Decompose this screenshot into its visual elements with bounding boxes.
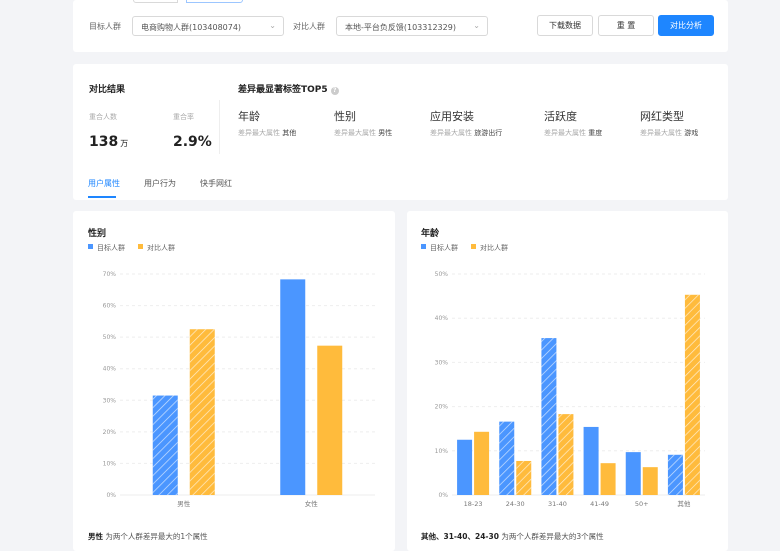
y-tick-label: 20% (103, 429, 117, 436)
legend-swatch (421, 244, 426, 249)
x-tick-label: 18-23 (464, 500, 483, 508)
x-tick-label: 50+ (635, 500, 649, 508)
chart-title: 年龄 (421, 227, 440, 239)
legend-label: 对比人群 (147, 243, 175, 252)
y-tick-label: 70% (103, 271, 117, 278)
y-tick-label: 0% (106, 492, 116, 499)
bar-hatch (684, 294, 700, 495)
note-text: 为两个人群差异最大的1个属性 (103, 532, 208, 541)
bar-compare (474, 431, 490, 495)
bar-hatch (541, 338, 557, 495)
note-bold: 其他、31-40、24-30 (421, 532, 499, 541)
y-tick-label: 10% (103, 460, 117, 467)
bar-hatch (499, 421, 515, 495)
note-text: 为两个人群差异最大的3个属性 (498, 532, 604, 541)
y-tick-label: 30% (435, 359, 449, 366)
bar-compare (642, 467, 658, 495)
bar-target (280, 279, 306, 495)
x-tick-label: 31-40 (548, 500, 567, 508)
x-tick-label: 24-30 (506, 500, 525, 508)
bar-compare (600, 463, 616, 495)
y-tick-label: 40% (103, 366, 117, 373)
bar-hatch (152, 395, 178, 495)
legend-label: 目标人群 (430, 243, 458, 252)
x-tick-label: 41-49 (590, 500, 609, 508)
chart-note: 其他、31-40、24-30 为两个人群差异最大的3个属性 (421, 531, 604, 542)
charts: 性别目标人群 对比人群 0% 10% 20% 30% 40% 50% 60% 70% 男性 女性 年龄目… (88, 227, 705, 508)
bar-hatch (189, 329, 215, 495)
bar-hatch (667, 454, 683, 495)
y-tick-label: 20% (435, 404, 449, 411)
legend-label: 对比人群 (480, 243, 508, 252)
bar-target (625, 452, 641, 495)
note-bold: 男性 (88, 532, 103, 541)
chart-title: 性别 (88, 227, 106, 239)
bar-hatch (516, 460, 532, 495)
bar-compare (317, 345, 343, 495)
x-tick-label: 其他 (677, 499, 691, 508)
y-tick-label: 60% (103, 303, 117, 310)
y-tick-label: 40% (435, 315, 449, 322)
legend-swatch (138, 244, 143, 249)
x-tick-label: 女性 (305, 499, 319, 508)
y-tick-label: 30% (103, 397, 117, 404)
y-tick-label: 10% (435, 448, 449, 455)
y-tick-label: 50% (103, 334, 117, 341)
x-tick-label: 男性 (177, 499, 191, 508)
y-tick-label: 50% (435, 271, 449, 278)
bar-target (583, 426, 599, 495)
bar-hatch (558, 414, 574, 495)
y-tick-label: 0% (438, 492, 448, 499)
bar-target (457, 439, 473, 495)
legend-swatch (471, 244, 476, 249)
legend-label: 目标人群 (97, 243, 125, 252)
legend-swatch (88, 244, 93, 249)
chart-note: 男性 为两个人群差异最大的1个属性 (88, 531, 208, 542)
